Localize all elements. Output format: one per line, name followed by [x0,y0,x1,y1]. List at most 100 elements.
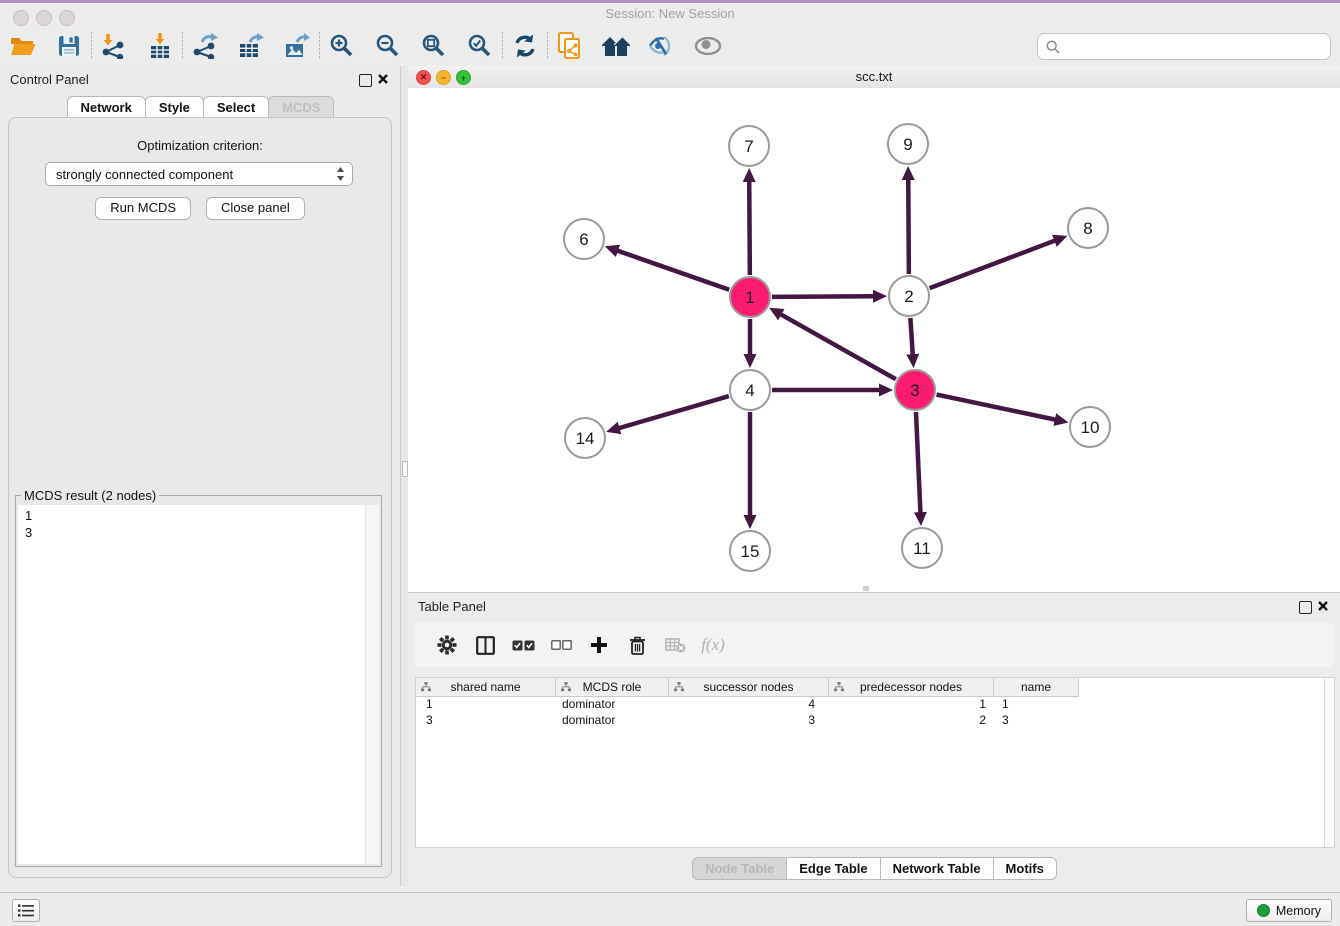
tab-network-table[interactable]: Network Table [880,857,994,880]
table-row[interactable]: 3dominator323 [416,712,1325,728]
table-close-panel-icon[interactable] [1316,599,1330,613]
select-all-columns-icon[interactable] [504,628,542,662]
node-14[interactable]: 14 [565,418,605,458]
minimize-window-button[interactable] [36,10,52,26]
node-6[interactable]: 6 [564,219,604,259]
cell[interactable]: 1 [829,696,994,712]
tab-edge-table[interactable]: Edge Table [786,857,880,880]
table-panel-header: Table Panel [408,593,1340,621]
zoom-selected-icon[interactable] [465,31,495,61]
edge-3-1[interactable] [780,314,895,379]
cell[interactable]: 1 [416,696,556,712]
node-15[interactable]: 15 [730,531,770,571]
node-7[interactable]: 7 [729,126,769,166]
cell[interactable]: 2 [829,712,994,728]
status-bar: Memory [0,892,1340,926]
column-header-mcds-role[interactable]: MCDS role [556,678,669,696]
task-history-button[interactable] [12,899,40,922]
edge-2-8[interactable] [930,240,1056,288]
edge-1-2[interactable] [772,296,874,297]
export-table-icon[interactable] [236,31,266,61]
search-input[interactable] [1060,39,1330,54]
cell[interactable]: dominator [556,712,669,728]
cell[interactable]: 3 [416,712,556,728]
cell[interactable]: 3 [669,712,829,728]
svg-text:3: 3 [910,381,919,400]
save-session-icon[interactable] [54,31,84,61]
zoom-in-icon[interactable] [327,31,357,61]
apply-function-icon[interactable]: f(x) [694,628,732,662]
cell[interactable]: 3 [994,712,1079,728]
quick-search[interactable] [1037,33,1331,60]
result-scrollbar[interactable] [365,505,379,864]
column-header-successor-nodes[interactable]: successor nodes [669,678,829,696]
result-item: 3 [18,524,379,541]
float-panel-icon[interactable] [359,74,372,87]
new-network-from-selection-icon[interactable] [555,31,585,61]
node-10[interactable]: 10 [1070,407,1110,447]
mcds-result-box: MCDS result (2 nodes) 13 [15,495,382,867]
table-row[interactable]: 1dominator411 [416,696,1325,712]
tab-node-table[interactable]: Node Table [692,857,787,880]
node-4[interactable]: 4 [730,370,770,410]
show-columns-icon[interactable] [466,628,504,662]
edge-1-7[interactable] [749,181,750,275]
zoom-window-button[interactable] [59,10,75,26]
list-icon [18,904,34,917]
edge-2-9[interactable] [908,179,909,274]
add-row-icon[interactable] [580,628,618,662]
column-header-predecessor-nodes[interactable]: predecessor nodes [829,678,994,696]
close-panel-icon[interactable] [376,72,390,86]
network-canvas[interactable]: 7 9 6 8 1 2 4 3 14 10 15 11 [408,88,1340,592]
memory-button[interactable]: Memory [1246,899,1332,922]
node-1[interactable]: 1 [730,277,770,317]
import-table-icon[interactable] [145,31,175,61]
node-3[interactable]: 3 [895,370,935,410]
mcds-tab-content: Optimization criterion: strongly connect… [8,117,392,878]
close-panel-button[interactable]: Close panel [206,197,305,220]
edge-3-11[interactable] [916,412,920,513]
horizontal-splitter-handle[interactable] [863,586,869,591]
chevron-up-down-icon [336,167,345,181]
network-graph[interactable]: 7 9 6 8 1 2 4 3 14 10 15 11 [408,88,1340,592]
edge-3-10[interactable] [937,395,1056,420]
export-image-icon[interactable] [282,31,312,61]
cell[interactable]: 1 [994,696,1079,712]
table-options-gear-icon[interactable] [428,628,466,662]
zoom-fit-icon[interactable] [419,31,449,61]
edge-2-3[interactable] [910,318,912,355]
node-9[interactable]: 9 [888,124,928,164]
home-icon[interactable] [601,31,631,61]
svg-text:4: 4 [745,381,754,400]
node-2[interactable]: 2 [889,276,929,316]
open-session-icon[interactable] [8,31,38,61]
table-float-panel-icon[interactable] [1299,601,1312,614]
show-graphics-details-icon[interactable] [693,31,723,61]
hide-graphics-details-icon[interactable] [647,31,677,61]
node-table[interactable]: shared nameMCDS rolesuccessor nodesprede… [415,677,1335,848]
node-11[interactable]: 11 [902,528,942,568]
mcds-result-list[interactable]: 13 [18,505,379,864]
delete-table-icon[interactable] [656,628,694,662]
tab-motifs[interactable]: Motifs [993,857,1057,880]
delete-row-icon[interactable] [618,628,656,662]
optimization-criterion-label: Optimization criterion: [9,138,391,153]
import-network-icon[interactable] [99,31,129,61]
edge-4-14[interactable] [619,396,729,428]
table-scrollbar[interactable] [1324,678,1334,847]
refresh-layout-icon[interactable] [510,31,540,61]
export-network-icon[interactable] [190,31,220,61]
network-window-titlebar[interactable]: ✕ − + scc.txt [408,66,1340,89]
column-header-shared-name[interactable]: shared name [416,678,556,696]
column-header-name[interactable]: name [994,678,1079,696]
criterion-dropdown[interactable]: strongly connected component [45,162,353,186]
edge-1-6[interactable] [617,251,729,290]
run-mcds-button[interactable]: Run MCDS [95,197,191,220]
cell[interactable]: 4 [669,696,829,712]
zoom-out-icon[interactable] [373,31,403,61]
close-window-button[interactable] [13,10,29,26]
cell[interactable]: dominator [556,696,669,712]
node-8[interactable]: 8 [1068,208,1108,248]
main-titlebar[interactable]: Session: New Session [0,3,1340,26]
unselect-all-columns-icon[interactable] [542,628,580,662]
